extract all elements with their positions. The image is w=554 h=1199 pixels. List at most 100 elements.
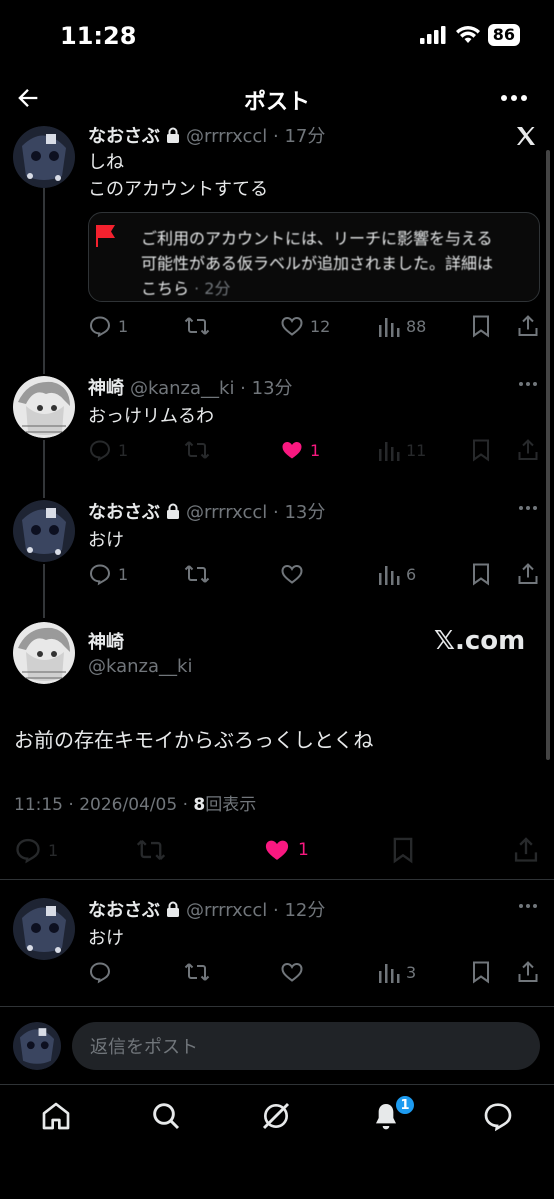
main-post-meta: 11:15 · 2026/04/05 · 8回表示 <box>14 790 256 815</box>
like-count: 1 <box>298 840 309 860</box>
view-count: 6 <box>406 564 417 584</box>
views-button[interactable]: 11 <box>378 438 426 462</box>
view-count: 11 <box>406 440 427 460</box>
reply-count: 1 <box>118 440 129 460</box>
bookmark-icon[interactable] <box>470 314 492 338</box>
share-icon[interactable] <box>516 314 540 338</box>
divider <box>0 879 554 880</box>
like-button[interactable]: 12 <box>280 314 330 338</box>
post-text-line: このアカウントすてる <box>88 179 269 200</box>
views-button[interactable]: 3 <box>378 960 416 984</box>
bookmark-icon[interactable] <box>470 438 492 462</box>
bookmark-icon[interactable] <box>390 836 416 864</box>
repost-icon[interactable] <box>184 314 210 338</box>
author-name[interactable]: 神崎 <box>88 374 124 400</box>
x-logo-icon <box>517 127 535 145</box>
heart-filled-icon <box>265 840 289 860</box>
post-header: 神崎 @kanza__ki · 13分 <box>88 374 293 400</box>
reply-icon <box>89 316 111 338</box>
views-button[interactable]: 88 <box>378 314 426 338</box>
post-header: なおさぶ @rrrrxccl · 17分 <box>88 124 508 146</box>
thread-line <box>43 564 45 618</box>
post-text-line: おけ <box>88 928 124 949</box>
signal-icon <box>419 26 446 44</box>
bookmark-icon[interactable] <box>470 960 492 984</box>
author-name[interactable]: なおさぶ <box>88 498 160 524</box>
author-handle-time[interactable]: @rrrrxccl · 13分 <box>186 498 325 524</box>
label-details-link[interactable]: こちら <box>141 279 189 298</box>
share-icon[interactable] <box>512 836 540 864</box>
lock-icon <box>167 901 179 917</box>
status-icons: 86 <box>419 24 520 46</box>
like-count: 1 <box>310 440 321 460</box>
reply-count: 1 <box>48 840 59 860</box>
messages-icon[interactable] <box>482 1100 514 1132</box>
reply-button[interactable]: 1 <box>14 836 58 864</box>
divider <box>0 1084 554 1085</box>
share-icon[interactable] <box>516 438 540 462</box>
author-name[interactable]: 神崎 <box>88 628 124 654</box>
author-handle-time[interactable]: @rrrrxccl · 17分 <box>186 124 325 146</box>
repost-icon[interactable] <box>184 562 210 586</box>
heart-outline-icon[interactable] <box>280 562 304 586</box>
avatar[interactable] <box>12 622 76 684</box>
thread-line <box>43 188 45 374</box>
views-chart-icon <box>379 566 400 585</box>
battery-indicator: 86 <box>487 24 520 46</box>
reply-count: 1 <box>118 316 129 336</box>
like-button[interactable]: 1 <box>262 836 309 864</box>
reply-icon[interactable] <box>88 960 112 984</box>
page-title: ポスト <box>243 90 310 115</box>
more-options-icon[interactable] <box>518 902 538 910</box>
more-options-icon[interactable] <box>500 88 528 108</box>
reply-button[interactable]: 1 <box>88 314 128 338</box>
avatar[interactable] <box>12 898 76 960</box>
post-text-line: おけ <box>88 530 124 551</box>
label-notice-line3: こちら · 2分 <box>141 275 230 299</box>
more-options-icon[interactable] <box>518 380 538 388</box>
grok-icon[interactable] <box>260 1100 292 1132</box>
repost-icon[interactable] <box>184 438 210 462</box>
reply-input[interactable]: 返信をポスト <box>72 1022 540 1070</box>
main-post-timestamp[interactable]: 11:15 · 2026/04/05 · <box>14 795 193 815</box>
avatar[interactable] <box>12 376 76 438</box>
repost-icon[interactable] <box>136 836 166 864</box>
author-name[interactable]: なおさぶ <box>88 124 160 146</box>
thread-line <box>43 440 45 498</box>
post-text-line: しね <box>88 152 124 173</box>
avatar[interactable] <box>12 500 76 562</box>
author-handle-time[interactable]: @rrrrxccl · 12分 <box>186 896 325 922</box>
views-button[interactable]: 6 <box>378 562 416 586</box>
more-options-icon[interactable] <box>518 504 538 512</box>
wifi-icon <box>455 26 480 43</box>
status-time: 11:28 <box>60 22 137 50</box>
scrollbar[interactable] <box>546 150 550 760</box>
author-handle[interactable]: @kanza__ki <box>88 656 192 677</box>
author-name[interactable]: なおさぶ <box>88 896 160 922</box>
author-handle-time[interactable]: @kanza__ki · 13分 <box>130 374 293 400</box>
label-notice[interactable]: ご利用のアカウントには、リーチに影響を与える 可能性がある仮ラベルが追加されまし… <box>88 212 540 302</box>
label-notice-line: ご利用のアカウントには、リーチに影響を与える <box>141 229 493 248</box>
share-icon[interactable] <box>516 562 540 586</box>
like-count: 12 <box>310 316 331 336</box>
view-count: 88 <box>406 316 427 336</box>
heart-outline-icon[interactable] <box>280 960 304 984</box>
lock-icon <box>167 127 179 143</box>
notifications-badge: 1 <box>394 1094 416 1116</box>
bookmark-icon[interactable] <box>470 562 492 586</box>
reply-button[interactable]: 1 <box>88 438 128 462</box>
main-post-text: お前の存在キモイからぶろっくしとくね <box>14 728 374 752</box>
repost-icon[interactable] <box>184 960 210 984</box>
reply-button[interactable]: 1 <box>88 562 128 586</box>
post-header: なおさぶ @rrrrxccl · 13分 <box>88 498 325 524</box>
avatar[interactable] <box>12 126 76 188</box>
main-post-view-label: 回表示 <box>205 795 257 815</box>
reply-count: 1 <box>118 564 129 584</box>
reply-input-placeholder: 返信をポスト <box>90 1037 198 1058</box>
like-button[interactable]: 1 <box>280 438 320 462</box>
views-chart-icon <box>379 964 400 983</box>
search-icon[interactable] <box>150 1100 182 1132</box>
home-icon[interactable] <box>40 1100 72 1132</box>
share-icon[interactable] <box>516 960 540 984</box>
label-notice-time: · 2分 <box>189 279 231 298</box>
